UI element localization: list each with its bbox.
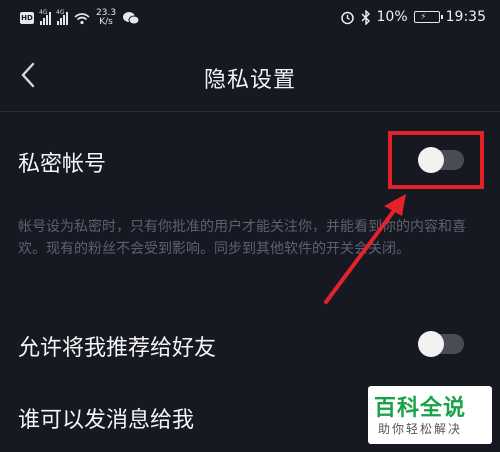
page-title: 隐私设置: [203, 68, 296, 93]
watermark-logo: 百科全说 助你轻松解决: [368, 386, 492, 444]
hd-icon: HD: [20, 12, 34, 24]
private-account-description: 帐号设为私密时，只有你批准的用户才能关注你，并能看到你的内容和喜欢。现有的粉丝不…: [18, 219, 466, 257]
bluetooth-icon: [361, 9, 370, 25]
network-type-label: 4G: [56, 8, 65, 16]
recommend-to-friends-label: 允许将我推荐给好友: [18, 336, 217, 361]
private-account-label: 私密帐号: [18, 152, 107, 177]
watermark-title: 百科全说: [374, 396, 467, 421]
nav-bar: 隐私设置: [0, 46, 500, 106]
battery-percent: 10%: [376, 9, 408, 25]
network-speed-unit: K/s: [99, 17, 113, 27]
who-can-message-item[interactable]: 谁可以发消息给我: [18, 402, 194, 434]
cell-signal-icon-1: 4G: [39, 8, 51, 25]
annotation-highlight-box: [388, 131, 484, 189]
status-right: 10% ⚡ 19:35: [340, 9, 486, 25]
status-left: HD 4G 4G 23.3 K/s: [20, 9, 140, 27]
recommend-to-friends-toggle[interactable]: [418, 331, 464, 357]
toggle-knob: [418, 331, 444, 357]
network-type-label: 4G: [39, 8, 48, 16]
nav-divider: [0, 111, 500, 112]
wechat-icon: [123, 12, 140, 25]
network-speed: 23.3 K/s: [96, 9, 116, 27]
wifi-icon: [74, 12, 90, 24]
cell-signal-icon-2: 4G: [56, 8, 68, 25]
alarm-icon: [340, 11, 354, 24]
watermark-subtitle: 助你轻松解决: [378, 422, 463, 436]
battery-charging-icon: ⚡: [413, 11, 443, 23]
status-bar: HD 4G 4G 23.3 K/s 10% ⚡ 19:35: [0, 0, 500, 34]
clock: 19:35: [445, 9, 486, 25]
